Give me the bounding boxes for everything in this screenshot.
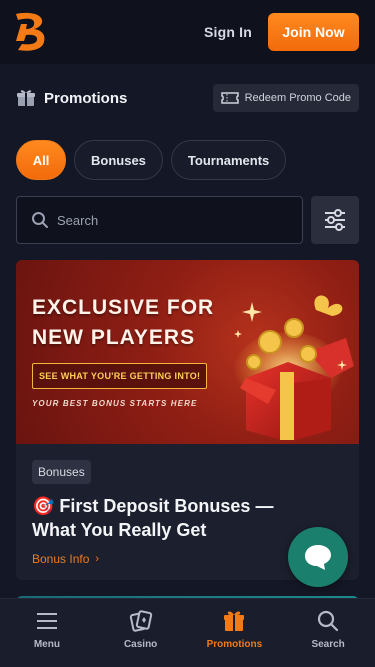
tab-bonuses[interactable]: Bonuses: [74, 140, 163, 180]
top-header: Sign In Join Now: [0, 0, 375, 64]
nav-promotions[interactable]: Promotions: [194, 599, 274, 667]
category-badge: Bonuses: [32, 460, 91, 484]
promotions-header: Promotions Redeem Promo Code: [16, 83, 359, 113]
sliders-icon: [325, 209, 345, 231]
brand-logo[interactable]: [10, 10, 50, 54]
join-now-button[interactable]: Join Now: [268, 13, 359, 51]
tab-tournaments[interactable]: Tournaments: [170, 140, 287, 180]
chevron-right-icon: ›: [95, 553, 100, 565]
chat-icon: [305, 545, 331, 570]
live-chat-button[interactable]: [288, 527, 348, 587]
bonus-info-label: Bonus Info: [32, 552, 90, 566]
cards-icon: [129, 610, 152, 632]
search-input[interactable]: [57, 212, 277, 228]
gift-box-illustration: [233, 295, 354, 440]
nav-search[interactable]: Search: [288, 599, 368, 667]
promo-tabs: All Bonuses Tournaments: [16, 140, 287, 180]
nav-casino-label: Casino: [123, 639, 158, 650]
gift-icon: [224, 611, 245, 631]
search-icon: [318, 610, 339, 632]
banner-headline-2: NEW PLAYERS: [32, 326, 196, 349]
bottom-nav: Menu Casino Promotions Search: [0, 598, 375, 667]
nav-menu[interactable]: Menu: [7, 599, 87, 667]
gift-icon: [17, 90, 35, 106]
page-title: Promotions: [44, 89, 128, 107]
redeem-label: Redeem Promo Code: [244, 92, 351, 104]
promo-title[interactable]: 🎯 First Deposit Bonuses — What You Reall…: [32, 494, 312, 542]
nav-menu-label: Menu: [33, 639, 60, 650]
redeem-promo-button[interactable]: Redeem Promo Code: [212, 84, 359, 112]
promo-banner[interactable]: EXCLUSIVE FOR NEW PLAYERS SEE WHAT YOU'R…: [16, 260, 359, 444]
section-title: Promotions: [16, 88, 127, 108]
auth-actions: Sign In Join Now: [204, 13, 359, 51]
menu-icon: [36, 613, 57, 629]
tab-all[interactable]: All: [16, 140, 66, 180]
nav-casino[interactable]: Casino: [101, 599, 181, 667]
nav-search-label: Search: [311, 639, 345, 650]
banner-headline-1: EXCLUSIVE FOR: [32, 296, 215, 319]
banner-tagline: YOUR BEST BONUS STARTS HERE: [32, 399, 198, 408]
banner-cta: SEE WHAT YOU'RE GETTING INTO!: [32, 363, 208, 389]
filter-button[interactable]: [311, 196, 359, 244]
ticket-icon: [220, 92, 239, 104]
search-box: [16, 196, 303, 244]
nav-promotions-label: Promotions: [206, 639, 263, 650]
sign-in-button[interactable]: Sign In: [204, 24, 252, 40]
search-icon: [32, 212, 48, 228]
